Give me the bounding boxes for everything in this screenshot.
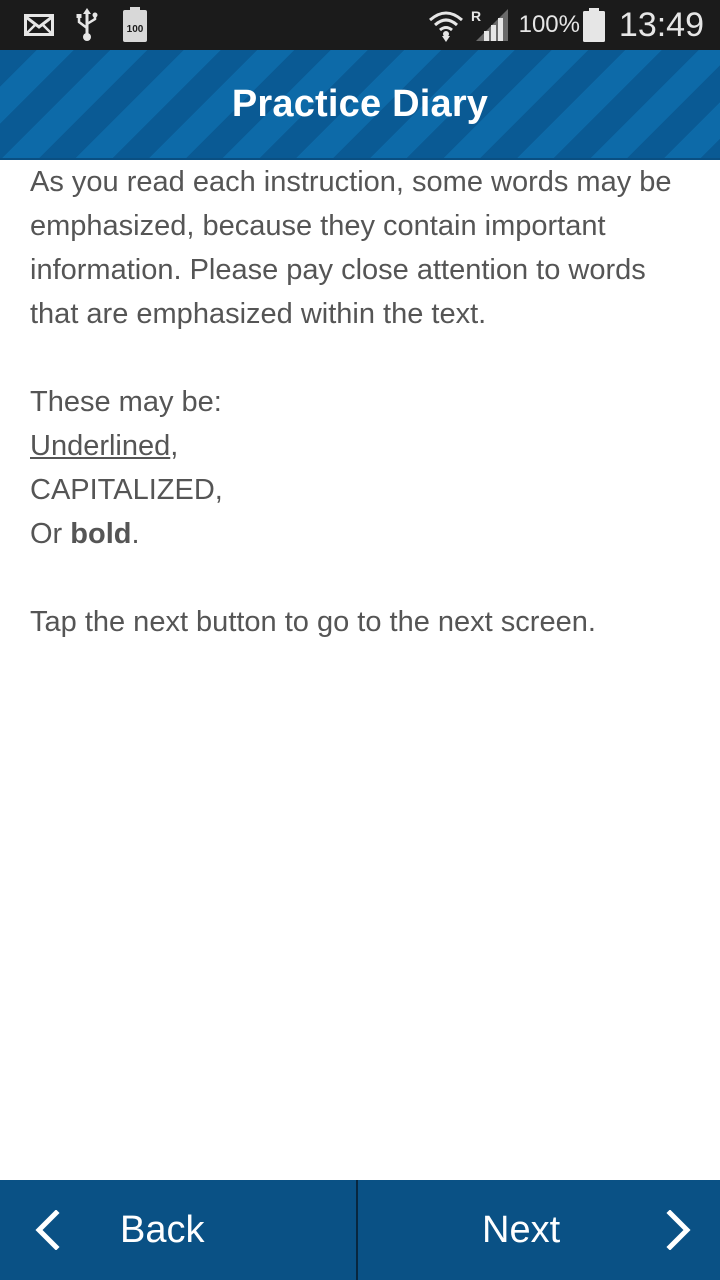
intro-paragraph: As you read each instruction, some words… bbox=[30, 166, 672, 330]
status-time: 13:49 bbox=[618, 5, 704, 44]
capitalized-example: CAPITALIZED, bbox=[30, 474, 223, 506]
bold-prefix: Or bbox=[30, 518, 71, 550]
wifi-icon bbox=[428, 0, 464, 50]
battery-badge-text: 100 bbox=[127, 24, 144, 35]
bold-word: bold bbox=[70, 518, 132, 550]
bold-suffix: . bbox=[131, 518, 140, 550]
app-header: Practice Diary bbox=[0, 50, 720, 160]
roaming-marker: R bbox=[471, 8, 481, 24]
battery-icon bbox=[582, 0, 606, 50]
underlined-word: Underlined bbox=[30, 430, 171, 462]
next-instruction: Tap the next button to go to the next sc… bbox=[30, 606, 596, 638]
status-bar: 100 R 100% 13:49 bbox=[0, 0, 720, 50]
screen: 100 R 100% 13:49 Practice Diary As you r… bbox=[0, 0, 720, 1280]
back-button-label: Back bbox=[120, 1208, 205, 1251]
mail-icon bbox=[24, 0, 54, 50]
chevron-left-icon bbox=[34, 1209, 60, 1260]
usb-icon bbox=[76, 0, 98, 50]
underlined-suffix: , bbox=[170, 430, 179, 462]
instruction-content: As you read each instruction, some words… bbox=[30, 160, 694, 644]
list-intro: These may be: bbox=[30, 386, 222, 418]
back-button[interactable]: Back bbox=[0, 1180, 358, 1280]
underlined-example: Underlined, bbox=[30, 424, 694, 468]
bottom-nav: Back Next bbox=[0, 1180, 720, 1280]
next-button[interactable]: Next bbox=[358, 1180, 720, 1280]
chevron-right-icon bbox=[666, 1209, 692, 1260]
signal-icon: R bbox=[470, 0, 510, 50]
page-title: Practice Diary bbox=[231, 82, 489, 125]
battery-100-badge-icon: 100 bbox=[122, 0, 148, 50]
bold-example: Or bold. bbox=[30, 512, 694, 556]
next-button-label: Next bbox=[482, 1208, 561, 1251]
battery-percent: 100% bbox=[518, 11, 580, 38]
